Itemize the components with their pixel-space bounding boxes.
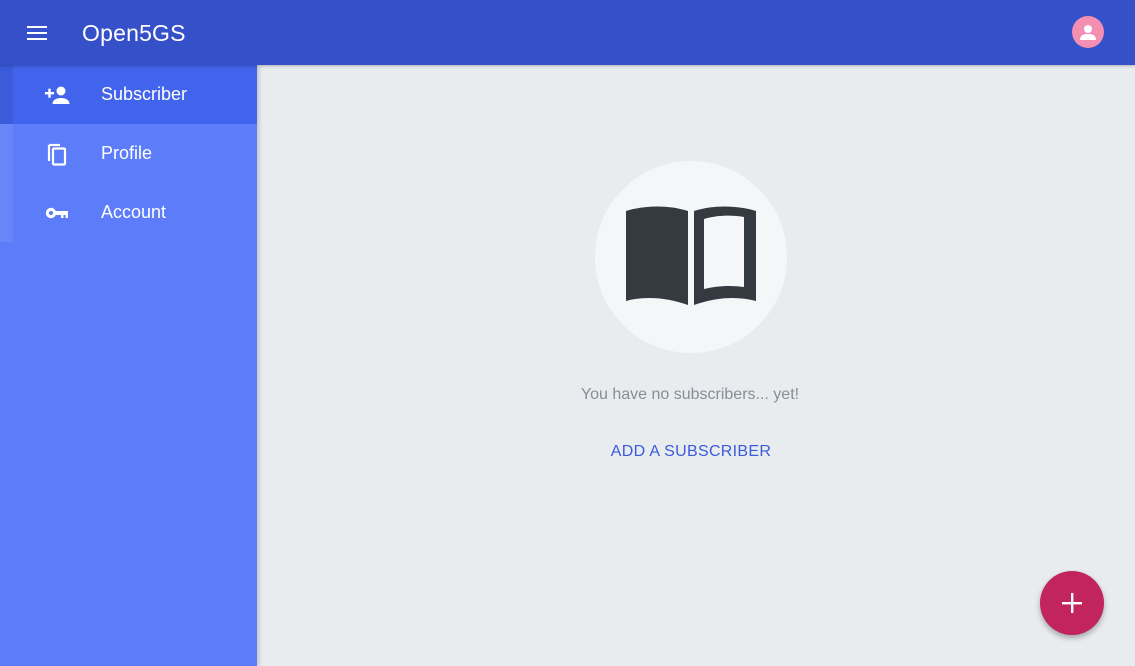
empty-state-illustration — [595, 161, 787, 353]
copy-icon — [44, 141, 70, 167]
app-header: Open5GS — [0, 0, 1135, 65]
empty-state-message: You have no subscribers... yet! — [580, 386, 800, 403]
user-avatar-button[interactable] — [1072, 16, 1104, 48]
sidebar-item-label: Subscriber — [101, 84, 188, 104]
active-indicator — [0, 65, 13, 124]
menu-button[interactable] — [22, 18, 52, 48]
item-indicator — [0, 183, 13, 242]
person-add-icon — [44, 82, 70, 108]
user-avatar-icon — [1080, 25, 1096, 40]
sidebar: Subscriber Profile Account — [0, 65, 257, 666]
add-fab-button[interactable] — [1040, 571, 1104, 635]
item-indicator — [0, 124, 13, 183]
plus-icon — [1062, 593, 1082, 613]
main-content: You have no subscribers... yet! ADD A SU… — [257, 65, 1135, 666]
add-subscriber-button[interactable]: ADD A SUBSCRIBER — [606, 438, 776, 466]
sidebar-item-label: Profile — [101, 143, 153, 163]
hamburger-menu-icon — [27, 26, 47, 40]
sidebar-item-account[interactable]: Account — [0, 183, 257, 242]
key-icon — [44, 200, 70, 226]
sidebar-item-label: Account — [101, 202, 167, 222]
app-title: Open5GS — [82, 20, 186, 46]
open-book-icon — [626, 206, 756, 305]
sidebar-item-profile[interactable]: Profile — [0, 124, 257, 183]
sidebar-item-subscriber[interactable]: Subscriber — [0, 65, 257, 124]
